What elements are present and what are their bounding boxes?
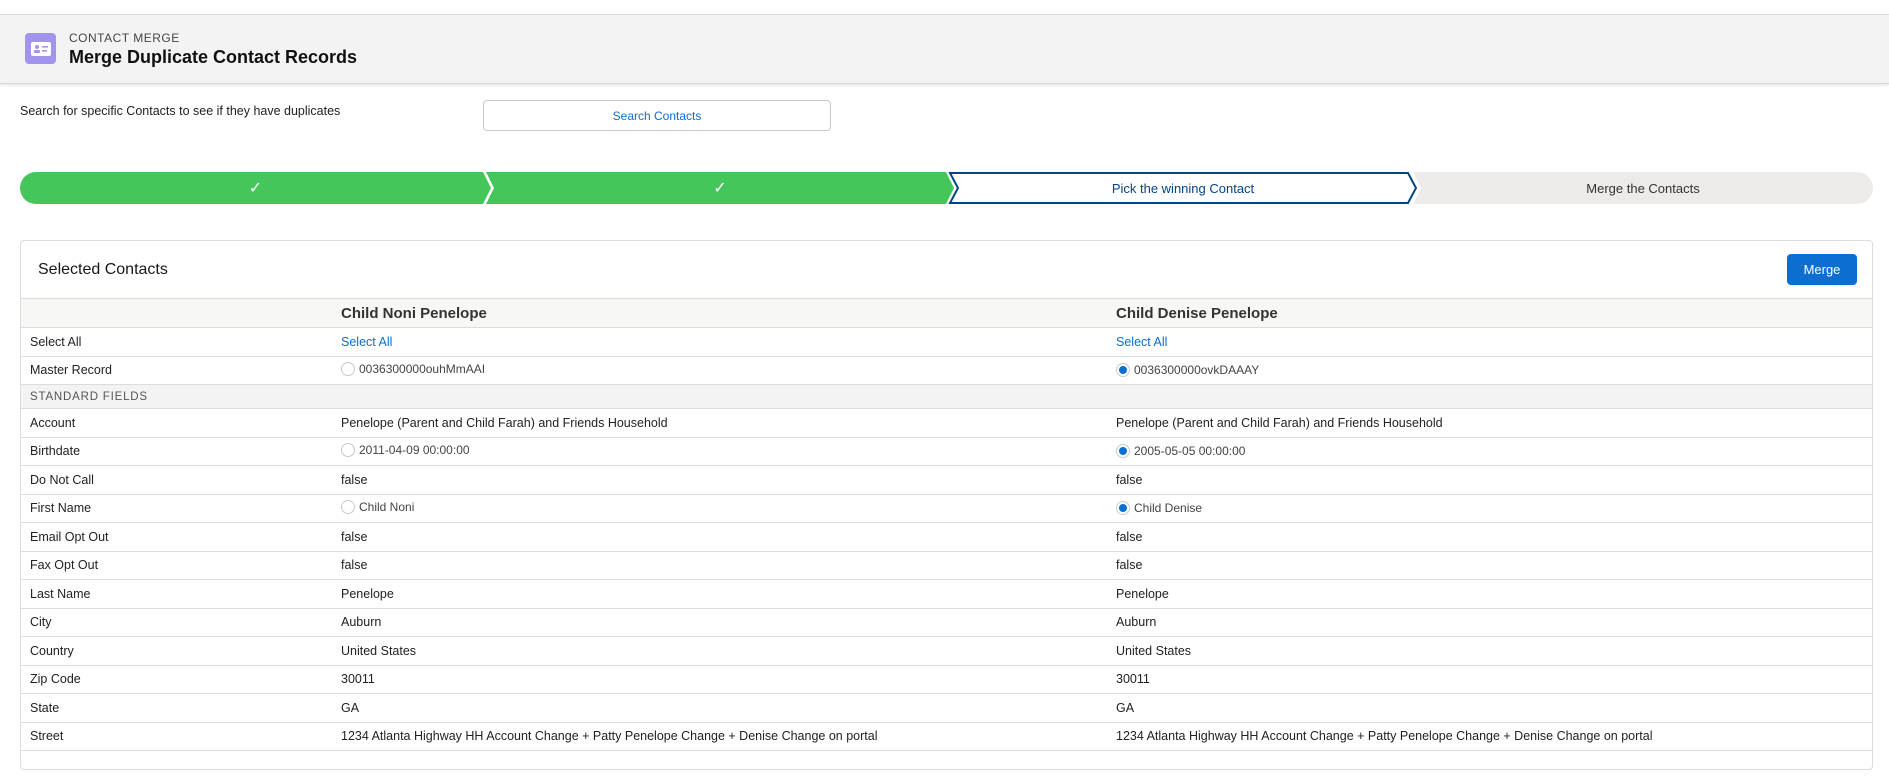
table-row: Email Opt Outfalsefalse bbox=[21, 523, 1872, 552]
field-label: Do Not Call bbox=[21, 466, 332, 495]
field-value: false bbox=[1107, 466, 1872, 495]
section-label: STANDARD FIELDS bbox=[21, 385, 1872, 409]
field-label: First Name bbox=[21, 494, 332, 523]
radio-selected-icon bbox=[1116, 501, 1130, 515]
card-title: Selected Contacts bbox=[38, 261, 168, 279]
field-value: Penelope bbox=[332, 580, 1107, 609]
table-row: Fax Opt Outfalsefalse bbox=[21, 551, 1872, 580]
empty-cell bbox=[21, 751, 332, 779]
field-value: GA bbox=[332, 694, 1107, 723]
field-value: Auburn bbox=[1107, 608, 1872, 637]
field-value: Auburn bbox=[332, 608, 1107, 637]
merge-table: Child Noni Penelope Child Denise Penelop… bbox=[21, 298, 1872, 779]
field-label: Email Opt Out bbox=[21, 523, 332, 552]
master-id-2: 0036300000ovkDAAAY bbox=[1134, 363, 1259, 377]
field-value: Child Noni bbox=[359, 500, 414, 514]
table-row: Do Not Callfalsefalse bbox=[21, 466, 1872, 495]
field-value: false bbox=[332, 551, 1107, 580]
selected-contacts-card: Selected Contacts Merge Child Noni Penel… bbox=[20, 240, 1873, 770]
field-value: Child Denise bbox=[1134, 501, 1202, 515]
contact-2-name: Child Denise Penelope bbox=[1107, 299, 1872, 328]
field-value: 1234 Atlanta Highway HH Account Change +… bbox=[1107, 722, 1872, 751]
radio-icon bbox=[341, 362, 355, 376]
field-value: GA bbox=[1107, 694, 1872, 723]
table-row: Street1234 Atlanta Highway HH Account Ch… bbox=[21, 722, 1872, 751]
field-value: 30011 bbox=[1107, 665, 1872, 694]
master-id-1: 0036300000ouhMmAAI bbox=[359, 362, 485, 376]
master-record-radio-1[interactable]: 0036300000ouhMmAAI bbox=[341, 362, 485, 376]
table-header-row: Child Noni Penelope Child Denise Penelop… bbox=[21, 299, 1872, 328]
field-value: 30011 bbox=[332, 665, 1107, 694]
contact-card-icon bbox=[25, 33, 56, 64]
field-label: City bbox=[21, 608, 332, 637]
search-description: Search for specific Contacts to see if t… bbox=[20, 104, 340, 118]
select-all-contact-2-link[interactable]: Select All bbox=[1116, 335, 1167, 349]
radio-selected-icon bbox=[1116, 444, 1130, 458]
field-label: Street bbox=[21, 722, 332, 751]
empty-cell bbox=[332, 751, 1107, 779]
section-row: STANDARD FIELDS bbox=[21, 385, 1872, 409]
table-row bbox=[21, 751, 1872, 779]
path-step-2[interactable]: ✓ bbox=[486, 172, 954, 204]
merge-button[interactable]: Merge bbox=[1787, 254, 1857, 285]
path-step-1[interactable]: ✓ bbox=[20, 172, 491, 204]
field-label: Fax Opt Out bbox=[21, 551, 332, 580]
field-value: 1234 Atlanta Highway HH Account Change +… bbox=[332, 722, 1107, 751]
radio-icon bbox=[341, 500, 355, 514]
select-all-contact-1-link[interactable]: Select All bbox=[341, 335, 392, 349]
field-value: 2005-05-05 00:00:00 bbox=[1134, 444, 1245, 458]
master-record-label: Master Record bbox=[21, 356, 332, 385]
path-step-4[interactable]: Merge the Contacts bbox=[1413, 172, 1873, 204]
field-label: Country bbox=[21, 637, 332, 666]
field-value: false bbox=[332, 523, 1107, 552]
field-value-radio[interactable]: 2011-04-09 00:00:00 bbox=[341, 443, 470, 457]
field-value: Penelope bbox=[1107, 580, 1872, 609]
field-value: United States bbox=[332, 637, 1107, 666]
radio-icon bbox=[341, 443, 355, 457]
select-all-row: Select All Select All Select All bbox=[21, 328, 1872, 357]
field-value: 2011-04-09 00:00:00 bbox=[359, 443, 470, 457]
page-title: Merge Duplicate Contact Records bbox=[69, 47, 357, 68]
table-row: StateGAGA bbox=[21, 694, 1872, 723]
radio-selected-icon bbox=[1116, 363, 1130, 377]
progress-path: ✓ ✓ Pick the winning Contact Merge the C… bbox=[20, 172, 1873, 204]
table-row: CityAuburnAuburn bbox=[21, 608, 1872, 637]
field-value: false bbox=[332, 466, 1107, 495]
field-value-radio[interactable]: Child Denise bbox=[1116, 501, 1202, 515]
check-icon: ✓ bbox=[713, 178, 726, 198]
table-row: AccountPenelope (Parent and Child Farah)… bbox=[21, 409, 1872, 438]
field-value: Penelope (Parent and Child Farah) and Fr… bbox=[332, 409, 1107, 438]
path-step-3[interactable]: Pick the winning Contact bbox=[950, 172, 1416, 204]
contact-1-name: Child Noni Penelope bbox=[332, 299, 1107, 328]
select-all-label: Select All bbox=[21, 328, 332, 357]
field-label: Account bbox=[21, 409, 332, 438]
page-header: CONTACT MERGE Merge Duplicate Contact Re… bbox=[0, 14, 1889, 84]
table-row: Birthdate 2011-04-09 00:00:00 2005-05-05 0… bbox=[21, 437, 1872, 466]
field-value: United States bbox=[1107, 637, 1872, 666]
table-row: First Name Child Noni Child Denise bbox=[21, 494, 1872, 523]
master-record-row: Master Record 0036300000ouhMmAAI 0036300… bbox=[21, 356, 1872, 385]
field-label: Zip Code bbox=[21, 665, 332, 694]
field-value: false bbox=[1107, 551, 1872, 580]
table-row: CountryUnited StatesUnited States bbox=[21, 637, 1872, 666]
table-row: Zip Code3001130011 bbox=[21, 665, 1872, 694]
table-row: Last NamePenelopePenelope bbox=[21, 580, 1872, 609]
field-label: Last Name bbox=[21, 580, 332, 609]
master-record-radio-2[interactable]: 0036300000ovkDAAAY bbox=[1116, 363, 1259, 377]
header-empty bbox=[21, 299, 332, 328]
field-value: Penelope (Parent and Child Farah) and Fr… bbox=[1107, 409, 1872, 438]
field-label: State bbox=[21, 694, 332, 723]
field-label: Birthdate bbox=[21, 437, 332, 466]
field-value: false bbox=[1107, 523, 1872, 552]
empty-cell bbox=[1107, 751, 1872, 779]
page-eyebrow: CONTACT MERGE bbox=[69, 31, 180, 45]
field-value-radio[interactable]: Child Noni bbox=[341, 500, 414, 514]
search-contacts-button[interactable]: Search Contacts bbox=[483, 100, 831, 131]
field-value-radio[interactable]: 2005-05-05 00:00:00 bbox=[1116, 444, 1245, 458]
check-icon: ✓ bbox=[249, 178, 262, 198]
